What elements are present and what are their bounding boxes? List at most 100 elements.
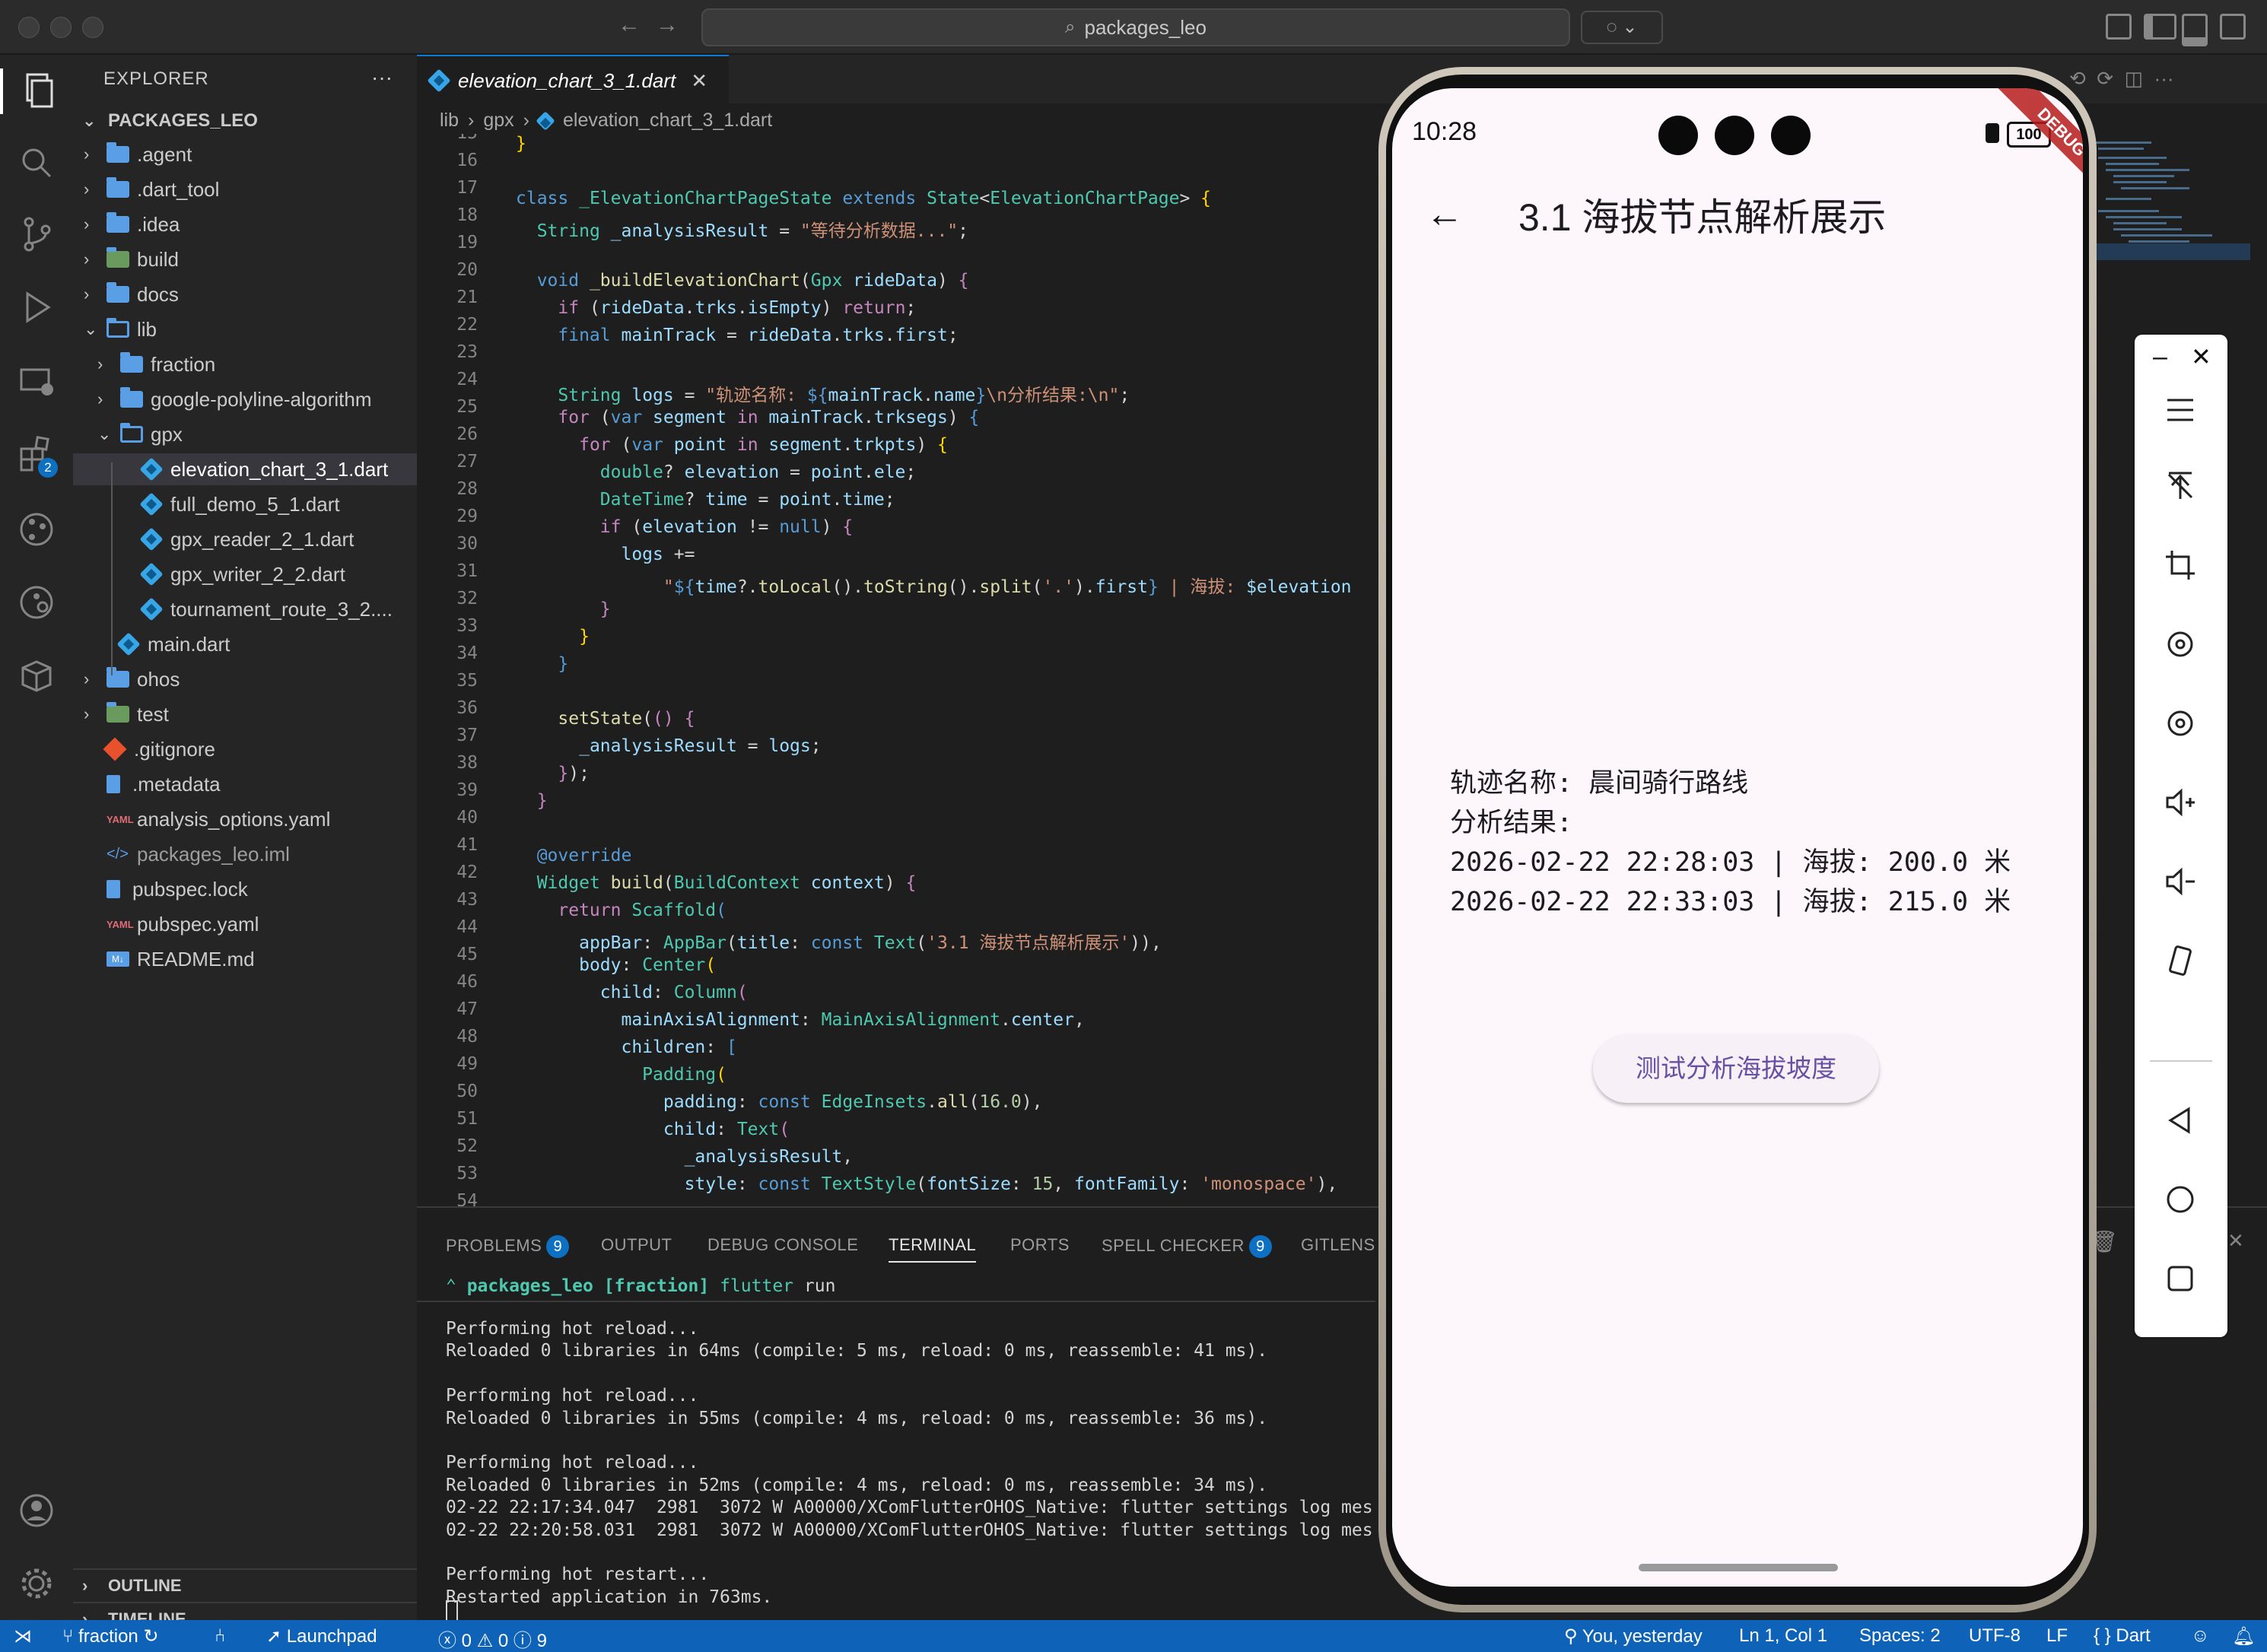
run-debug-icon[interactable] [17,288,56,327]
pin-off-icon[interactable] [2163,469,2198,504]
tree-item[interactable]: main.dart [73,628,417,660]
package-icon[interactable] [17,656,56,695]
tree-item[interactable]: elevation_chart_3_1.dart [73,453,417,485]
close-window-button[interactable] [18,17,40,38]
remote-explorer-icon[interactable] [17,362,56,402]
launchpad-status[interactable]: ➚ Launchpad [266,1625,377,1647]
extensions-activity[interactable]: 2 [17,435,58,478]
rotate-right-icon[interactable] [2163,706,2198,741]
outline-section[interactable]: › OUTLINE [73,1568,417,1602]
zoom-window-button[interactable] [82,17,103,38]
tree-item[interactable]: › docs [73,278,417,310]
indentation[interactable]: Spaces: 2 [1859,1625,1941,1647]
git-compare-icon[interactable]: ⟳ [2097,67,2113,90]
split-editor-icon[interactable]: ◫ [2125,67,2144,90]
tab-gitlens[interactable]: GITLENS [1301,1235,1375,1255]
cursor-position[interactable]: Ln 1, Col 1 [1739,1625,1827,1647]
git-graph-status-icon[interactable]: ⑃ [215,1625,225,1647]
tab-terminal[interactable]: TERMINAL [889,1235,977,1263]
commit-icon: ⚲ [1564,1626,1578,1647]
home-indicator[interactable] [1639,1564,1838,1571]
menu-icon[interactable] [2163,392,2198,427]
crop-icon[interactable] [2163,548,2198,583]
tab-output[interactable]: OUTPUT [601,1235,672,1255]
command-center-search[interactable]: ⌕ packages_leo [701,8,1570,46]
breadcrumb-gpx[interactable]: gpx [483,110,513,132]
close-icon[interactable]: ✕ [2191,342,2211,371]
tree-item[interactable]: M↓ README.md [73,943,417,975]
toggle-panel-icon[interactable] [2182,14,2208,46]
tab-elevation-chart[interactable]: elevation_chart_3_1.dart ✕ [417,55,729,105]
terminal-line: Performing hot restart... [446,1565,710,1585]
source-control-icon[interactable] [17,214,56,254]
tree-item[interactable]: </> packages_leo.iml [73,838,417,870]
tab-spell-checker[interactable]: SPELL CHECKER 9 [1102,1235,1272,1258]
analyze-elevation-button[interactable]: 测试分析海拔坡度 [1593,1034,1879,1103]
tree-item[interactable]: › google-polyline-algorithm [73,383,417,415]
minimize-window-button[interactable] [50,17,72,38]
close-panel-icon[interactable]: ✕ [2227,1229,2244,1253]
tab-debug-console[interactable]: DEBUG CONSOLE [707,1235,858,1255]
tree-item[interactable]: › ohos [73,663,417,695]
tree-item[interactable]: › .dart_tool [73,173,417,205]
tree-item[interactable]: .metadata [73,768,417,800]
encoding[interactable]: UTF-8 [1969,1625,2021,1647]
app-back-button[interactable]: ← [1426,192,1464,236]
close-tab-icon[interactable]: ✕ [691,69,707,93]
tree-item[interactable]: ⌄ lib [73,313,417,345]
rotate-left-icon[interactable] [2163,627,2198,662]
tab-ports[interactable]: PORTS [1010,1235,1070,1255]
notifications-bell-icon[interactable]: 🔔︎ [2232,1625,2255,1647]
settings-gear-icon[interactable] [17,1564,56,1603]
gitlens-icon[interactable] [17,583,56,622]
remote-indicator-icon[interactable]: ⋊ [14,1625,32,1647]
tree-item[interactable]: gpx_writer_2_2.dart [73,558,417,590]
tree-item[interactable]: › test [73,698,417,730]
tab-problems[interactable]: PROBLEMS 9 [446,1235,570,1258]
layout-panel-icon[interactable] [2106,14,2132,40]
tree-item[interactable]: tournament_route_3_2.... [73,593,417,625]
tree-item[interactable]: ⌄ gpx [73,418,417,450]
git-graph-icon[interactable] [17,510,56,549]
tree-item[interactable]: gpx_reader_2_1.dart [73,523,417,555]
branch-status[interactable]: ⑂ fraction ↻ [62,1625,159,1647]
tree-item[interactable]: .gitignore [73,733,417,765]
more-editor-icon[interactable]: ··· [2154,67,2174,90]
copilot-chat-button[interactable]: ◌ ⌄ [1581,11,1663,44]
compare-icon[interactable]: ⟲ [2069,67,2086,90]
minimize-icon[interactable]: – [2153,342,2167,372]
back-arrow-icon[interactable]: ← [618,12,641,38]
tree-item[interactable]: full_demo_5_1.dart [73,488,417,520]
breadcrumb-file[interactable]: elevation_chart_3_1.dart [563,110,772,132]
toggle-sidebar-icon[interactable] [2144,14,2176,40]
breadcrumb-lib[interactable]: lib [440,110,459,132]
language-mode[interactable]: { } Dart [2094,1625,2151,1647]
tree-item[interactable]: › build [73,243,417,275]
volume-up-icon[interactable] [2163,785,2198,820]
tree-item[interactable]: pubspec.lock [73,873,417,905]
tree-item[interactable]: › .agent [73,138,417,170]
tree-item[interactable]: › .idea [73,208,417,240]
copilot-icon[interactable]: ☺ [2191,1625,2210,1647]
volume-down-icon[interactable] [2163,864,2198,899]
end-of-line[interactable]: LF [2046,1625,2068,1647]
tree-item[interactable]: YAML analysis_options.yaml [73,803,417,835]
workspace-root[interactable]: ⌄ PACKAGES_LEO [73,105,417,137]
nav-back-icon[interactable] [2163,1103,2198,1138]
code-editor[interactable]: 15 16 17 18 19 20 21 22 23 24 25 26 27 28 29 30 31 32 33 34… [417,134,1375,1206]
customize-layout-icon[interactable] [2220,14,2246,40]
nav-home-icon[interactable] [2163,1182,2198,1217]
account-icon[interactable] [17,1491,56,1530]
nav-recents-icon[interactable] [2163,1261,2198,1296]
tree-item[interactable]: › fraction [73,348,417,380]
more-actions-icon[interactable]: ··· [371,65,393,90]
problems-status[interactable]: ⓧ 0 ⚠ 0 ⓘ 9 [438,1625,547,1652]
blame-status[interactable]: ⚲ You, yesterday [1564,1625,1703,1647]
screen-rotate-icon[interactable] [2163,943,2198,978]
forward-arrow-icon[interactable]: → [656,12,679,38]
tree-item[interactable]: YAML pubspec.yaml [73,908,417,940]
phone-screen[interactable]: 10:28 100 DEBUG ← 3.1 海拔节点解析展示 轨迹名称: 晨间骑… [1392,88,2083,1587]
explorer-activity[interactable] [0,68,76,114]
search-icon[interactable] [17,143,56,183]
editor-minimap[interactable] [2091,137,2250,365]
